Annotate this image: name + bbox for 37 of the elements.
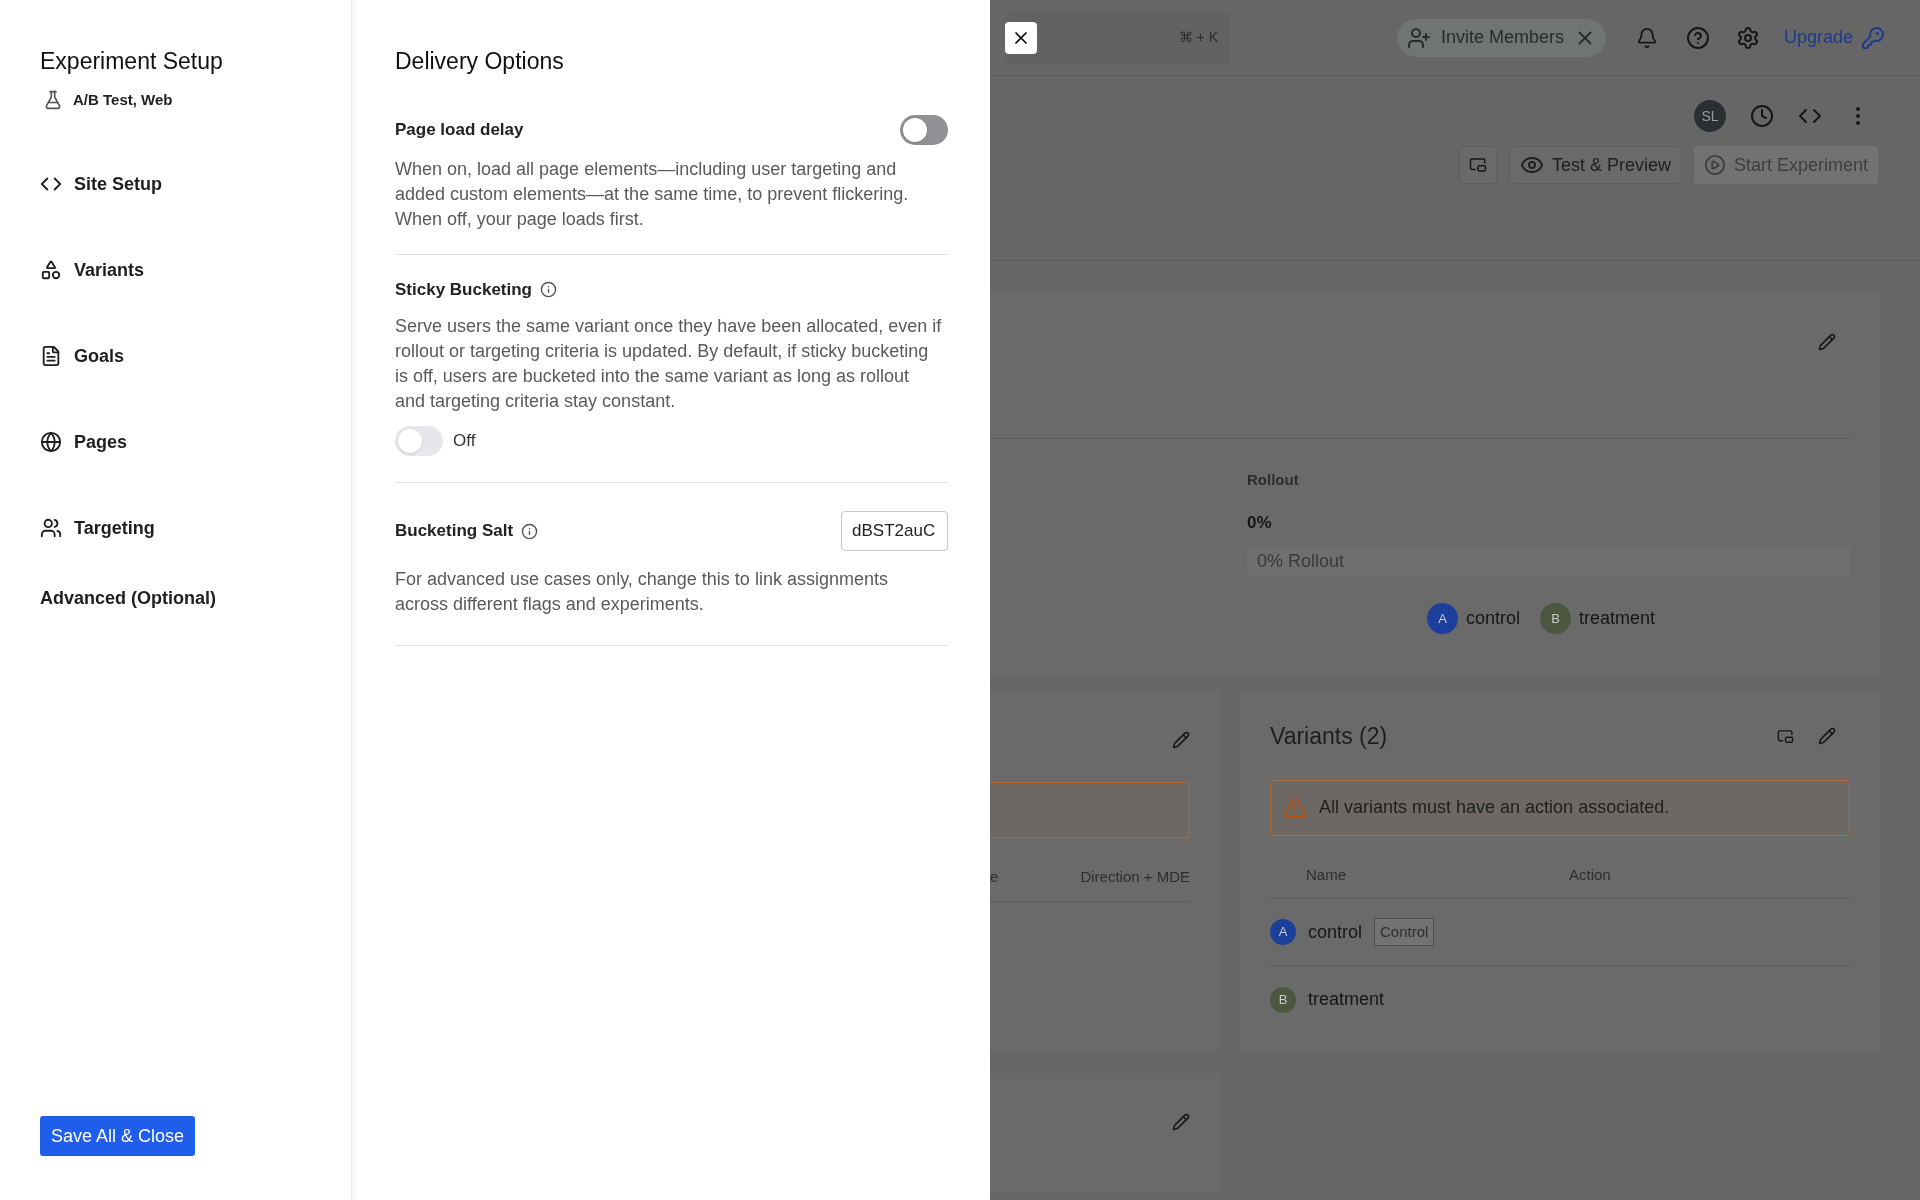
column-header: Name (1306, 864, 1347, 885)
control-tag: Control (1374, 917, 1435, 947)
setting-label: Page load delay (395, 118, 524, 141)
column-header: Action (1569, 864, 1612, 885)
setting-label: Bucketing Salt (395, 520, 514, 543)
nav-item[interactable]: Variants (40, 255, 311, 285)
variant-name: treatment (1308, 988, 1385, 1011)
legend-label: control (1466, 607, 1521, 630)
setting-label: Sticky Bucketing (395, 278, 532, 301)
nav-item[interactable]: Advanced (Optional) (40, 583, 311, 613)
user-avatar[interactable]: SL (1694, 100, 1726, 132)
setting-description: For advanced use cases only, change this to link assignments across different flags and experiments. (395, 568, 889, 616)
nav-item[interactable]: Site Setup (40, 169, 311, 199)
experiment-type: A/B Test, Web (73, 89, 173, 110)
panel-title: Delivery Options (395, 47, 565, 76)
variant-avatar: B (1270, 986, 1296, 1013)
variant-avatar: B (1540, 603, 1572, 634)
save-all-button[interactable]: Save All & Close (40, 1116, 196, 1156)
toggle-state-label: Off (453, 430, 476, 453)
variant-name: control (1308, 920, 1363, 944)
sidebar-title: Experiment Setup (40, 47, 224, 76)
column-header: Direction + MDE (1080, 867, 1190, 887)
nav-item[interactable]: Pages (40, 427, 311, 457)
warning-text: All variants must have an action associated. (1319, 796, 1670, 819)
variant-avatar: A (1270, 919, 1296, 945)
legend-label: treatment (1579, 607, 1656, 630)
nav-item[interactable]: Targeting (40, 513, 311, 543)
rollout-value: 0% (1247, 511, 1273, 534)
card-title: Variants (2) (1270, 722, 1389, 751)
column-header: e (990, 867, 999, 887)
rollout-label: Rollout (1247, 470, 1300, 490)
nav-item[interactable]: Goals (40, 341, 311, 371)
setting-description: When on, load all page elements—including user targeting and added custom elements—at the same time, to prevent flickering. When off, your page loads first. (395, 157, 910, 231)
salt-input[interactable]: dBST2auC (841, 511, 948, 551)
variant-avatar: A (1427, 603, 1458, 634)
shortcut-hint: ⌘ + K (1178, 28, 1218, 47)
setting-description: Serve users the same variant once they have been allocated, even if rollout or targeting criteria is updated. By default, if sticky bucketing is off, users are bucketed into the same variant as long as rollout and targeting criteria stay constant. (395, 315, 943, 413)
